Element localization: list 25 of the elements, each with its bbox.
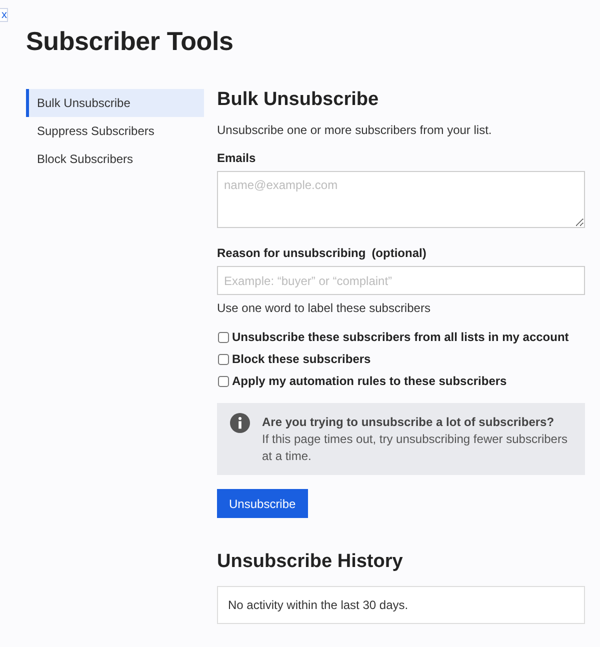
notice-title: Are you trying to unsubscribe a lot of subscribers? — [262, 415, 556, 429]
section-heading: Unsubscribe History — [217, 551, 404, 573]
checkbox-label: Block these subscribers — [232, 352, 371, 366]
checkbox[interactable] — [218, 354, 229, 364]
sidebar-item[interactable]: Bulk Unsubscribe — [26, 89, 204, 117]
notice-text: If this page times out, try unsubscribing fewer subscribers at a time. — [262, 431, 568, 465]
page-title: Subscriber Tools — [26, 26, 234, 57]
field-label: Reason for unsubscribing — [217, 246, 366, 260]
empty-message: No activity within the last 30 days. — [228, 598, 408, 612]
unsubscribe-button[interactable]: Unsubscribe — [217, 489, 308, 518]
description-text: Unsubscribe one or more subscribers from your list. — [217, 123, 493, 137]
help-text: Use one word to label these subscribers — [217, 301, 432, 315]
optional-label: (optional) — [372, 246, 426, 260]
close-button[interactable]: x — [0, 8, 8, 22]
checkbox[interactable] — [218, 332, 229, 342]
checkbox-label: Unsubscribe these subscribers from all lists in my account — [232, 330, 569, 344]
checkbox-label: Apply my automation rules to these subscribers — [232, 374, 507, 388]
emails-field[interactable]: name@example.com — [217, 171, 585, 228]
checkbox[interactable] — [218, 376, 229, 386]
sidebar-item[interactable]: Suppress Subscribers — [26, 117, 204, 145]
reason-field[interactable]: Example: “buyer” or “complaint” — [217, 266, 585, 295]
info-icon — [230, 413, 250, 433]
section-heading: Bulk Unsubscribe — [217, 89, 380, 111]
sidebar-item[interactable]: Block Subscribers — [26, 145, 204, 173]
field-label: Emails — [217, 151, 257, 165]
